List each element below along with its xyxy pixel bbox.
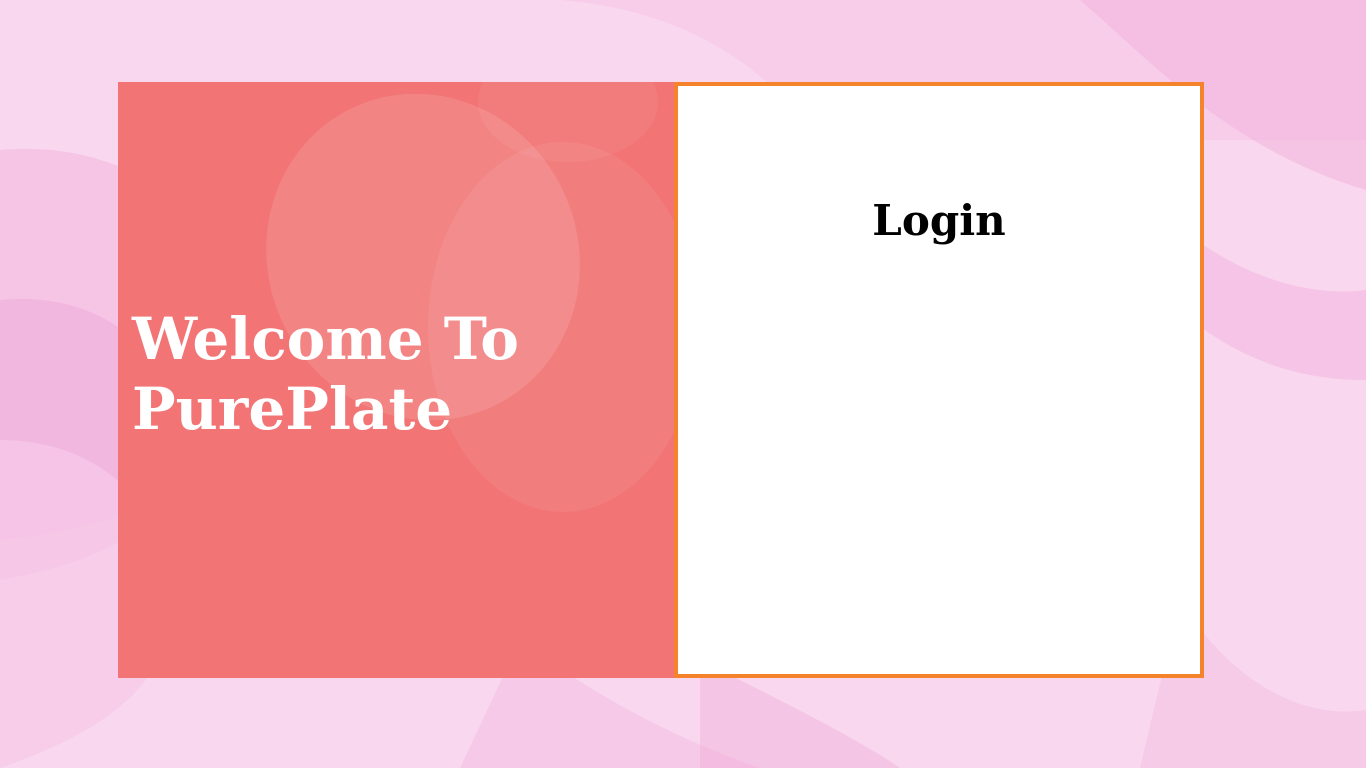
welcome-card: Welcome To PurePlate Login xyxy=(118,82,1208,678)
login-panel: Login xyxy=(674,82,1204,678)
welcome-line-2: PurePlate xyxy=(132,375,453,443)
welcome-panel: Welcome To PurePlate xyxy=(118,82,674,678)
welcome-line-1: Welcome To xyxy=(132,305,519,373)
welcome-heading: Welcome To PurePlate xyxy=(132,304,662,444)
login-title: Login xyxy=(872,196,1006,245)
